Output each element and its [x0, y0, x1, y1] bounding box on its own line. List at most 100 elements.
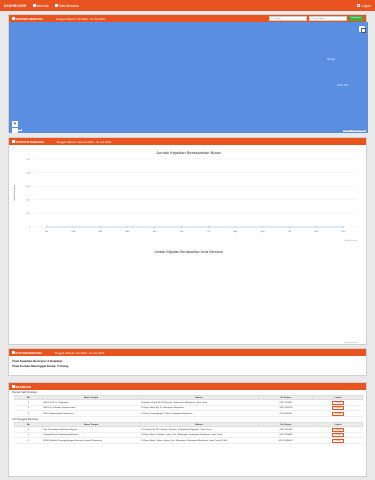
map-scale-bar [12, 129, 22, 131]
data-point [207, 226, 210, 228]
information-panel: INFORMASI Rumah Sakit Rujukan No Nama Temp… [8, 382, 367, 477]
x-tick-label: Jun [180, 231, 184, 233]
x-tick-label: Mei [153, 231, 157, 233]
data-point [45, 226, 48, 228]
map-place-label: Sibolga [327, 58, 335, 61]
chart-credit: Highcharts.com [345, 239, 358, 242]
location-button[interactable]: Lokasi [332, 433, 345, 437]
map-panel: MAPPING BENCANA Tanggal Data 01 Juli 202… [8, 14, 368, 133]
location-button[interactable]: Lokasi [332, 411, 345, 416]
x-tick-label: Nov [315, 231, 320, 233]
data-point [126, 226, 129, 228]
nav-home[interactable]: Beranda [32, 3, 49, 8]
y-tick-label: 0.6 [27, 186, 31, 188]
y-tick-label: 0.2 [27, 213, 31, 215]
map-date-range: Tanggal Data 01 Juli 2023 - 31 Juli 2023 [55, 16, 106, 21]
nav-disaster-data-label: Data Bencana [58, 3, 79, 8]
chart-credit: Highcharts.com [345, 341, 358, 344]
filter-button[interactable]: Tampilkan [349, 16, 363, 21]
information-panel-title-text: INFORMASI [15, 384, 32, 389]
table-row: 3 RSU Sumberglagah Mojokerto Jl. Raya Sumb… [14, 410, 363, 417]
statistics-date-range: Tanggal Data 01 Januari 2023 - 31 Juli 2… [56, 139, 112, 144]
list-icon [54, 4, 58, 7]
chart-title: Jumlah Kejadian Berdasarkan Jenis Bencan… [154, 250, 223, 254]
table-cell: Jl. Raya Jabon, Jabon, Jabon, Kec. Mojoa… [139, 437, 259, 444]
summary-panel-title-text: CUSTOM BENCANA [15, 350, 43, 355]
total-incidents-text: Total Kejadian Bencana: 0 Kejadian [12, 359, 63, 363]
location-button[interactable]: Lokasi [332, 438, 345, 443]
location-button[interactable]: Lokasi [332, 400, 345, 405]
information-tables: Rumah Sakit Rujukan No Nama Tempat Alamat No… [9, 390, 366, 444]
data-point [234, 226, 237, 228]
x-tick-label: Okt [288, 230, 292, 233]
information-panel-title: INFORMASI [12, 385, 31, 389]
table-cell: 3 [14, 410, 43, 417]
table-row: 3 BPBD (Badan Penanggulangan Bencana Daer… [14, 437, 363, 444]
x-tick-label: Feb [72, 231, 77, 233]
x-tick-label: Mar [99, 230, 103, 233]
map-icon [12, 17, 15, 20]
data-point [342, 226, 345, 228]
table-cell: Jl. Raya Sumberglagah, Pacet, Kabupaten … [139, 410, 259, 417]
statistics-panel-header: STATISTIK BENCANA Tanggal Data 01 Januar… [9, 138, 366, 145]
nav-home-label: Beranda [36, 3, 49, 8]
y-tick-label: 0.8 [27, 172, 31, 174]
total-casualties-text: Total Korban Meninggal Dunia: 0 Orang [12, 364, 69, 368]
x-tick-label: Agu [234, 230, 239, 233]
x-tick-label: Jul [207, 231, 210, 233]
table-cell: 0321-690431 [258, 410, 314, 417]
data-point [288, 226, 291, 228]
table-cell: 0321-5280807 [258, 437, 314, 444]
info-table: No Nama Tempat Alamat No Telpon Lokasi 1 RSUD … [14, 395, 363, 417]
map-place-label: Pulau Nias [337, 84, 349, 87]
location-button[interactable]: Lokasi [332, 427, 345, 432]
summary-date-range: Tanggal Data 01 Juli 2023 - 31 Juli 2023 [54, 350, 105, 355]
brand-logo[interactable]: DASHBOARD [4, 4, 27, 8]
x-tick-label: Jan [45, 231, 49, 233]
table-cell: RSU Sumberglagah Mojokerto [42, 410, 140, 417]
map-panel-header: MAPPING BENCANA Tanggal Data 01 Juli 202… [9, 15, 366, 22]
data-point [315, 226, 318, 228]
data-point [153, 226, 156, 228]
table-cell: BPBD (Badan Penanggulangan Bencana Daera… [42, 437, 140, 444]
map-canvas[interactable]: Sibolga Pulau Nias + − Leaflet | © OpenS… [9, 22, 368, 133]
summary-panel: CUSTOM BENCANA Tanggal Data 01 Juli 2023… [8, 348, 367, 376]
end-date-input[interactable]: Sampai Tanggal [309, 16, 347, 21]
info-table: No Nama Tempat Alamat No Telpon Lokasi 1 Unit … [14, 422, 363, 444]
top-navbar: DASHBOARD Beranda Data Bencana Logout [0, 0, 375, 11]
zoom-in-button[interactable]: + [12, 121, 18, 127]
chart-icon [12, 140, 15, 143]
statistics-panel-title: STATISTIK BENCANA [12, 140, 44, 144]
logout-button[interactable]: Logout [357, 4, 371, 8]
y-tick-label: 0 [29, 227, 31, 229]
fullscreen-icon[interactable] [359, 26, 366, 33]
x-tick-label: Sep [261, 231, 266, 233]
logout-icon [357, 4, 361, 7]
nav-disaster-data[interactable]: Data Bencana [54, 3, 79, 8]
chart-title: Jumlah Kejadian Berdasarkan Bulan [156, 150, 221, 155]
info-icon [12, 385, 15, 388]
statistics-panel: STATISTIK BENCANA Tanggal Data 01 Januar… [8, 137, 367, 345]
table-cell: 3 [14, 437, 43, 444]
info-icon [12, 351, 15, 354]
x-tick-label: Des [342, 231, 347, 233]
statistics-charts: Jumlah Kejadian Berdasarkan Bulan Jumlah … [14, 150, 358, 344]
map-panel-title-text: MAPPING BENCANA [15, 16, 44, 21]
location-button[interactable]: Lokasi [332, 406, 345, 411]
data-point [99, 226, 102, 228]
y-tick-label: 1.0 [27, 159, 31, 161]
summary-panel-header: CUSTOM BENCANA Tanggal Data 01 Juli 2023… [9, 349, 366, 356]
data-point [261, 226, 264, 228]
start-date-input[interactable]: Ke Tanggal [269, 16, 307, 21]
logout-label: Logout [361, 3, 371, 8]
data-point [180, 226, 183, 228]
x-tick-label: Apr [126, 230, 130, 233]
table-cell: Lokasi [313, 410, 363, 417]
map-filter-tools: Ke Tanggal Sampai Tanggal Tampilkan [269, 16, 363, 21]
map-attribution[interactable]: Leaflet | © OpenStreetMap [342, 130, 366, 132]
table-cell: Lokasi [313, 437, 363, 444]
data-point [72, 226, 75, 228]
home-icon [32, 4, 36, 7]
map-panel-title: MAPPING BENCANA [12, 17, 43, 21]
y-tick-label: 0.4 [27, 200, 31, 202]
